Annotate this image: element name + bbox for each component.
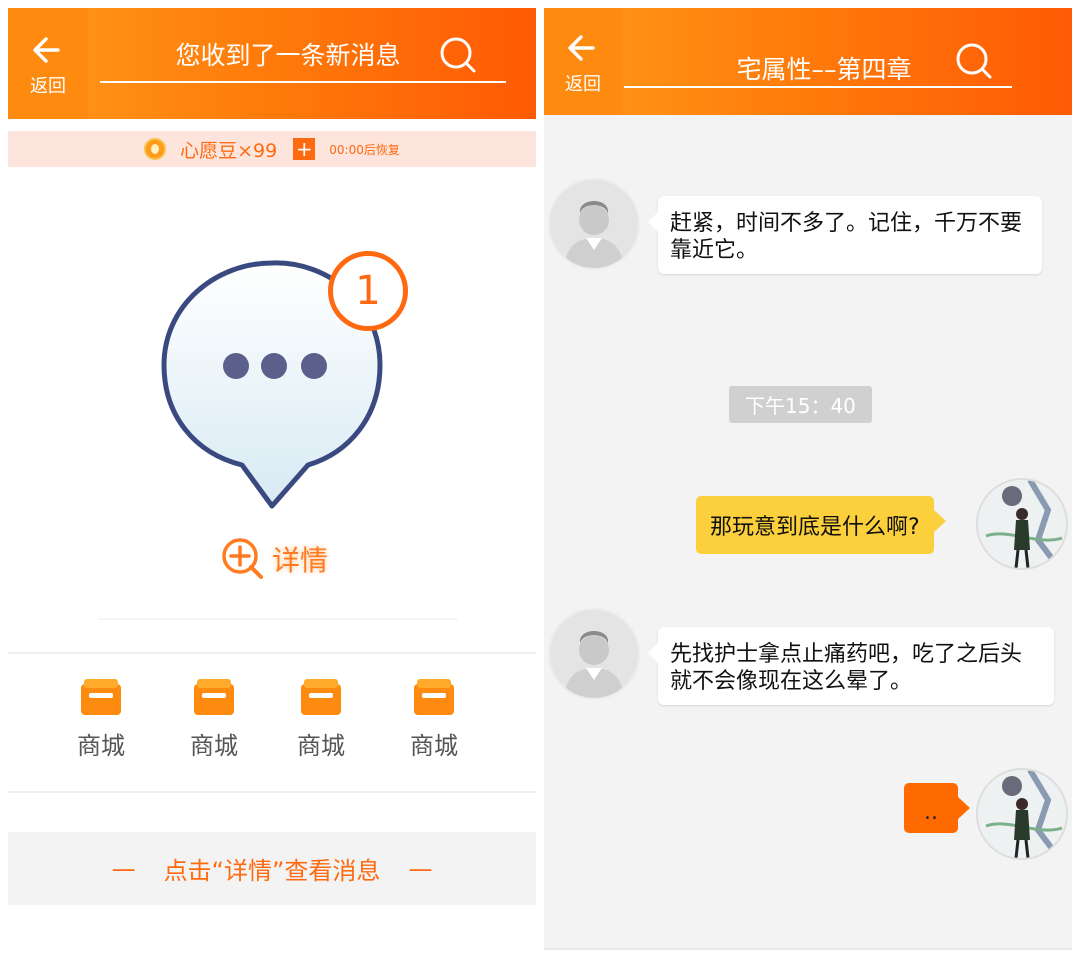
zoom-plus-icon	[222, 538, 263, 579]
divider	[8, 791, 536, 793]
hint-text: 点击“详情”查看消息	[163, 857, 381, 885]
avatar[interactable]	[976, 768, 1068, 860]
divider	[98, 618, 458, 620]
back-arrow-icon	[568, 34, 595, 61]
badge-count: 1	[355, 268, 381, 314]
shop-label: 商城	[77, 732, 125, 760]
shop-icon	[193, 678, 235, 716]
avatar[interactable]	[548, 178, 640, 270]
avatar[interactable]	[976, 478, 1068, 570]
shop-item[interactable]: 商城	[169, 678, 259, 761]
shop-row: 商城 商城 商城 商城	[8, 678, 536, 778]
hint-dash: —	[111, 854, 136, 883]
search-icon[interactable]	[954, 41, 994, 81]
back-button[interactable]: 返回	[544, 8, 622, 115]
page-title: 宅属性––第四章	[736, 55, 912, 84]
timestamp: 下午15：40	[729, 386, 872, 423]
left-panel: 返回 您收到了一条新消息 心愿豆×99 + 00:00后恢复 1 详情 商城 商…	[8, 8, 536, 905]
shop-icon	[80, 678, 122, 716]
shop-item[interactable]: 商城	[56, 678, 146, 761]
message-bubble: ..	[904, 783, 970, 833]
recover-timer: 00:00后恢复	[329, 142, 400, 157]
details-button[interactable]: 详情	[220, 536, 328, 582]
message-bubble: 赶紧，时间不多了。记住，千万不要靠近它。	[648, 196, 1042, 274]
add-beans-button[interactable]: +	[293, 138, 316, 160]
divider	[8, 652, 536, 654]
message-bubble: 那玩意到底是什么啊?	[696, 496, 946, 554]
back-label: 返回	[30, 75, 66, 97]
coin-icon	[144, 138, 167, 160]
shop-item[interactable]: 商城	[389, 678, 479, 761]
title-underline	[100, 81, 506, 83]
chat-bubble-icon[interactable]: 1	[158, 251, 418, 523]
shop-icon	[300, 678, 342, 716]
notification-badge: 1	[328, 251, 408, 331]
header: 返回 您收到了一条新消息	[8, 8, 536, 119]
hint-dash: —	[408, 854, 433, 883]
back-label: 返回	[565, 73, 601, 95]
bean-bar: 心愿豆×99 + 00:00后恢复	[8, 131, 536, 167]
shop-item[interactable]: 商城	[276, 678, 366, 761]
message-bubble: 先找护士拿点止痛药吧，吃了之后头就不会像现在这么晕了。	[648, 627, 1054, 705]
back-button[interactable]: 返回	[8, 8, 88, 119]
header: 返回 宅属性––第四章	[544, 8, 1072, 115]
title-underline	[624, 86, 1012, 88]
details-label: 详情	[272, 544, 329, 577]
avatar[interactable]	[548, 608, 640, 700]
shop-label: 商城	[190, 732, 238, 760]
shop-label: 商城	[410, 732, 458, 760]
hint-bar: — 点击“详情”查看消息 —	[8, 832, 536, 905]
page-title: 您收到了一条新消息	[175, 41, 401, 70]
back-arrow-icon	[33, 36, 60, 63]
shop-icon	[413, 678, 455, 716]
shop-label: 商城	[297, 732, 345, 760]
bean-count: 心愿豆×99	[180, 139, 278, 162]
right-panel: 返回 宅属性––第四章 赶紧，时间不多了。记住，千万不要靠近它。 下午15：40…	[544, 8, 1072, 950]
search-icon[interactable]	[438, 35, 478, 75]
